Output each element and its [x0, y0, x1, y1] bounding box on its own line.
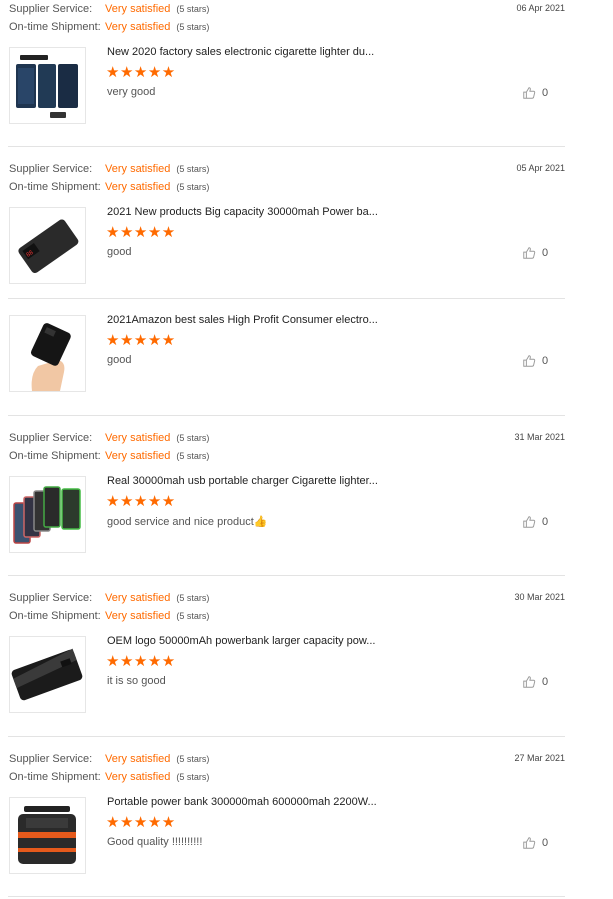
shipment-label: On-time Shipment:	[9, 21, 101, 33]
review-comment: good	[107, 354, 132, 366]
review-date: 06 Apr 2021	[516, 3, 565, 13]
supplier-service-stars: (5 stars)	[176, 593, 210, 603]
thumbs-up-icon	[523, 355, 536, 367]
thumbs-up-icon	[523, 837, 536, 849]
supplier-service-label: Supplier Service:	[9, 3, 93, 15]
review-date: 30 Mar 2021	[514, 592, 565, 602]
supplier-service-stars: (5 stars)	[176, 164, 210, 174]
like-button[interactable]: 0	[522, 675, 548, 689]
like-button[interactable]: 0	[522, 86, 548, 100]
like-count: 0	[542, 837, 549, 849]
like-count: 0	[542, 516, 549, 528]
hand-held-power-bank-image[interactable]	[9, 315, 86, 392]
shipment-row: On-time Shipment: Very satisfied (5 stars)	[9, 180, 209, 194]
supplier-service-label: Supplier Service:	[9, 592, 93, 604]
supplier-service-stars: (5 stars)	[176, 433, 210, 443]
shipment-rating: Very satisfied	[105, 450, 171, 462]
shipment-rating: Very satisfied	[105, 21, 171, 33]
like-count: 0	[542, 247, 549, 259]
supplier-service-row: Supplier Service: Very satisfied (5 stars)	[9, 431, 209, 445]
thumbs-up-icon	[523, 516, 536, 528]
shipment-rating: Very satisfied	[105, 771, 171, 783]
review-divider	[8, 415, 565, 416]
supplier-service-rating: Very satisfied	[105, 432, 171, 444]
review-date: 31 Mar 2021	[514, 432, 565, 442]
shipment-label: On-time Shipment:	[9, 181, 101, 193]
shipment-label: On-time Shipment:	[9, 450, 101, 462]
product-title[interactable]: Real 30000mah usb portable charger Cigar…	[107, 475, 378, 487]
supplier-service-rating: Very satisfied	[105, 753, 171, 765]
like-button[interactable]: 0	[522, 515, 548, 529]
shipment-label: On-time Shipment:	[9, 771, 101, 783]
shipment-label: On-time Shipment:	[9, 610, 101, 622]
shipment-row: On-time Shipment: Very satisfied (5 stars)	[9, 20, 209, 34]
review-comment: Good quality !!!!!!!!!!	[107, 836, 203, 848]
product-title[interactable]: New 2020 factory sales electronic cigare…	[107, 46, 374, 58]
shipment-rating: Very satisfied	[105, 610, 171, 622]
like-button[interactable]: 0	[522, 354, 548, 368]
supplier-service-row: Supplier Service: Very satisfied (5 stars)	[9, 752, 209, 766]
supplier-service-rating: Very satisfied	[105, 592, 171, 604]
thumbs-up-icon	[523, 87, 536, 99]
black-power-bank-image[interactable]: 88	[9, 207, 86, 284]
shipment-stars: (5 stars)	[176, 182, 210, 192]
rating-stars: ★★★★★	[106, 332, 176, 349]
review-divider	[8, 575, 565, 576]
rating-stars: ★★★★★	[106, 814, 176, 831]
review-comment: very good	[107, 86, 156, 98]
item-divider	[8, 298, 565, 299]
shipment-row: On-time Shipment: Very satisfied (5 stars)	[9, 609, 209, 623]
supplier-service-stars: (5 stars)	[176, 754, 210, 764]
supplier-service-label: Supplier Service:	[9, 753, 93, 765]
review-date: 27 Mar 2021	[514, 753, 565, 763]
shipment-stars: (5 stars)	[176, 772, 210, 782]
supplier-service-row: Supplier Service: Very satisfied (5 stars)	[9, 2, 209, 16]
rating-stars: ★★★★★	[106, 493, 176, 510]
review-comment: good	[107, 246, 132, 258]
product-title[interactable]: Portable power bank 300000mah 600000mah …	[107, 796, 377, 808]
supplier-service-row: Supplier Service: Very satisfied (5 stars)	[9, 162, 209, 176]
review-date: 05 Apr 2021	[516, 163, 565, 173]
rating-stars: ★★★★★	[106, 64, 176, 81]
product-title[interactable]: 2021Amazon best sales High Profit Consum…	[107, 314, 378, 326]
review-divider	[8, 736, 565, 737]
product-title[interactable]: OEM logo 50000mAh powerbank larger capac…	[107, 635, 375, 647]
shipment-rating: Very satisfied	[105, 181, 171, 193]
shipment-row: On-time Shipment: Very satisfied (5 stars)	[9, 449, 209, 463]
product-title[interactable]: 2021 New products Big capacity 30000mah …	[107, 206, 378, 218]
shipment-row: On-time Shipment: Very satisfied (5 stars)	[9, 770, 209, 784]
review-comment: good service and nice product👍	[107, 516, 268, 528]
thumbs-up-icon	[523, 247, 536, 259]
rating-stars: ★★★★★	[106, 653, 176, 670]
shipment-stars: (5 stars)	[176, 22, 210, 32]
like-count: 0	[542, 87, 549, 99]
like-count: 0	[542, 355, 549, 367]
supplier-service-stars: (5 stars)	[176, 4, 210, 14]
review-comment: it is so good	[107, 675, 166, 687]
large-power-bank-image[interactable]	[9, 636, 86, 713]
supplier-service-rating: Very satisfied	[105, 3, 171, 15]
supplier-service-rating: Very satisfied	[105, 163, 171, 175]
like-button[interactable]: 0	[522, 836, 548, 850]
supplier-service-row: Supplier Service: Very satisfied (5 stars)	[9, 591, 209, 605]
supplier-service-label: Supplier Service:	[9, 163, 93, 175]
shipment-stars: (5 stars)	[176, 451, 210, 461]
rating-stars: ★★★★★	[106, 224, 176, 241]
like-button[interactable]: 0	[522, 246, 548, 260]
solar-power-bank-image[interactable]	[9, 47, 86, 124]
shipment-stars: (5 stars)	[176, 611, 210, 621]
supplier-service-label: Supplier Service:	[9, 432, 93, 444]
thumbs-up-icon	[523, 676, 536, 688]
portable-power-station-image[interactable]	[9, 797, 86, 874]
like-count: 0	[542, 676, 549, 688]
colorful-power-banks-image[interactable]	[9, 476, 86, 553]
review-divider	[8, 146, 565, 147]
review-divider	[8, 896, 565, 897]
